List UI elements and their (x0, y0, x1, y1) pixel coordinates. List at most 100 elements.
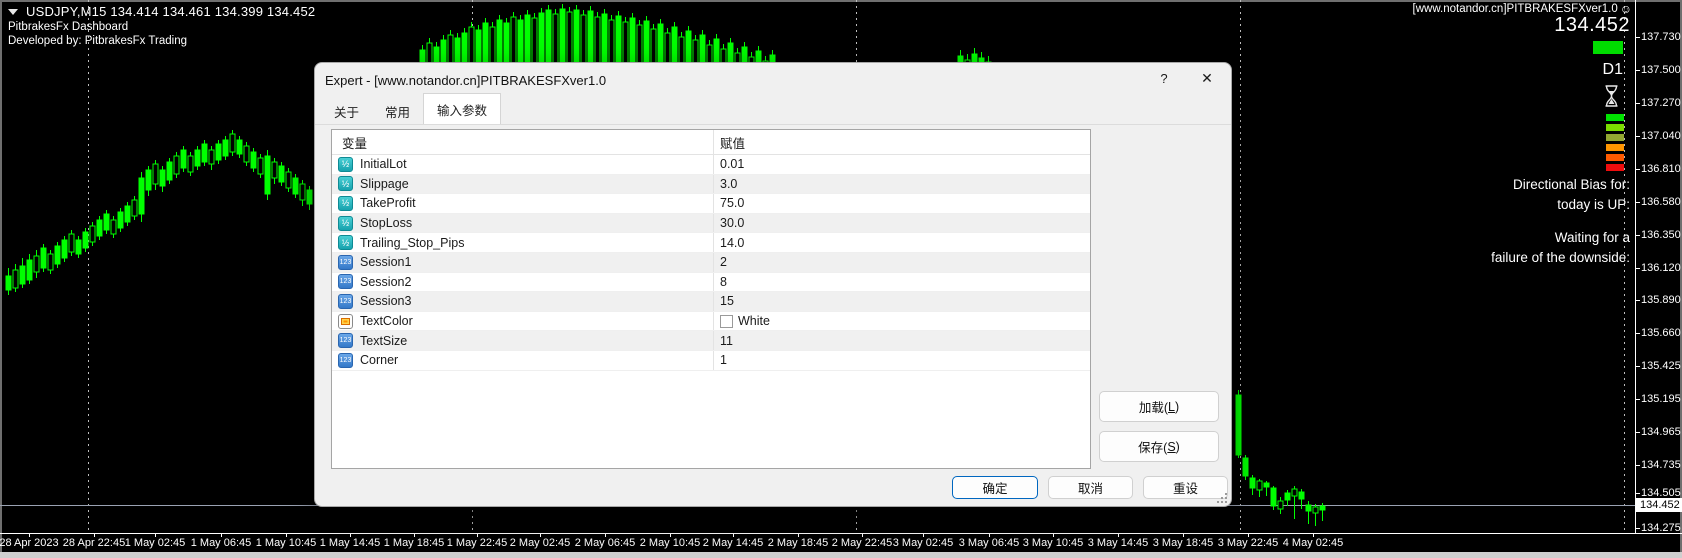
candle (40, 247, 47, 269)
ok-button[interactable]: 确定 (952, 476, 1038, 499)
param-name: Slippage (360, 176, 409, 191)
param-value[interactable]: 75.0 (713, 194, 1090, 213)
candle (1312, 506, 1319, 514)
int-type-icon: 123 (338, 293, 353, 309)
param-row-StopLoss[interactable]: ½ StopLoss 30.0 (332, 213, 1090, 234)
tab-关于[interactable]: 关于 (321, 98, 372, 125)
cancel-button[interactable]: 取消 (1048, 476, 1133, 499)
time-axis-label: 1 May 22:45 (446, 537, 508, 549)
candle (222, 139, 229, 157)
close-button[interactable]: ✕ (1197, 70, 1217, 90)
load-button[interactable]: 加载(L) (1099, 391, 1219, 422)
time-axis-label: 1 May 18:45 (383, 537, 445, 549)
param-value[interactable]: 8 (713, 272, 1090, 292)
expert-properties-dialog: Expert - [www.notandor.cn]PITBRAKESFXver… (314, 62, 1232, 507)
param-row-TakeProfit[interactable]: ½ TakeProfit 75.0 (332, 194, 1090, 214)
candle (166, 161, 173, 181)
param-row-Session3[interactable]: 123 Session3 15 (332, 292, 1090, 312)
candle (131, 199, 138, 217)
price-axis-label: 135.425 (1641, 360, 1681, 372)
time-axis-label: 2 May 02:45 (509, 537, 571, 549)
candle (124, 205, 131, 223)
param-name: Corner (360, 353, 399, 368)
candle (243, 145, 250, 163)
candle (1305, 504, 1312, 512)
candle (187, 155, 194, 173)
param-row-Trailing_Stop_Pips[interactable]: ½ Trailing_Stop_Pips 14.0 (332, 233, 1090, 253)
price-axis-label: 137.500 (1641, 64, 1681, 76)
symbol-dropdown-icon[interactable] (8, 8, 18, 15)
param-name: TakeProfit (360, 196, 416, 211)
candle (75, 239, 82, 255)
candle (1277, 500, 1284, 510)
candle (257, 157, 264, 175)
help-button[interactable]: ? (1155, 71, 1173, 89)
param-row-Session2[interactable]: 123 Session2 8 (332, 272, 1090, 293)
candle (54, 245, 61, 265)
param-value[interactable]: 11 (713, 331, 1090, 350)
column-header-variable: 变量 (342, 136, 368, 151)
param-value[interactable]: 15 (713, 292, 1090, 311)
price-axis-label: 136.810 (1641, 163, 1681, 175)
candle (299, 183, 306, 201)
table-header: 变量 赋值 (332, 130, 1090, 155)
tab-输入参数[interactable]: 输入参数 (423, 93, 502, 125)
time-axis-label: 3 May 10:45 (1022, 537, 1084, 549)
double-type-icon: ½ (338, 156, 353, 172)
param-value[interactable]: 2 (713, 252, 1090, 272)
param-value[interactable]: 3.0 (713, 174, 1090, 194)
candle (1256, 480, 1263, 491)
param-row-Corner[interactable]: 123 Corner 1 (332, 350, 1090, 371)
reset-button[interactable]: 重设 (1143, 476, 1228, 499)
tab-常用[interactable]: 常用 (372, 98, 423, 125)
save-button[interactable]: 保存(S) (1099, 431, 1219, 462)
time-axis-label: 3 May 18:45 (1152, 537, 1214, 549)
time-axis-label: 3 May 02:45 (892, 537, 954, 549)
param-row-TextSize[interactable]: 123 TextSize 11 (332, 331, 1090, 351)
candle (1235, 394, 1242, 456)
ea-comment-line-2: Developed by: PitbrakesFx Trading (8, 35, 187, 47)
candle (271, 161, 278, 179)
param-row-InitialLot[interactable]: ½ InitialLot 0.01 (332, 155, 1090, 175)
param-value[interactable]: 14.0 (713, 233, 1090, 252)
mt4-chart-window: USDJPY,M15 134.414 134.461 134.399 134.4… (0, 0, 1682, 558)
time-axis[interactable]: 28 Apr 2023 28 Apr 22:45 1 May 02:45 1 May … (0, 533, 1682, 552)
param-name: TextSize (360, 333, 408, 348)
candle (1270, 487, 1277, 507)
param-row-TextColor[interactable]: TextColor White (332, 311, 1090, 332)
candle (201, 143, 208, 163)
strength-meter (1606, 114, 1624, 171)
time-axis-label: 1 May 02:45 (124, 537, 186, 549)
price-axis-label: 135.195 (1641, 393, 1681, 405)
param-value[interactable]: 0.01 (713, 155, 1090, 174)
current-price-display: 134.452 (1554, 14, 1630, 36)
param-value[interactable]: White (713, 311, 1090, 331)
candle (47, 253, 54, 271)
candle (1249, 477, 1256, 489)
param-row-Session1[interactable]: 123 Session1 2 (332, 252, 1090, 273)
param-value[interactable]: 1 (713, 350, 1090, 370)
time-axis-label: 3 May 14:45 (1087, 537, 1149, 549)
price-axis-label: 136.350 (1641, 229, 1681, 241)
bias-text-2: Waiting for a failure of the downside: (1491, 230, 1630, 265)
price-axis-label: 135.890 (1641, 294, 1681, 306)
candle (208, 149, 215, 165)
candle (229, 133, 236, 153)
time-axis-label: 2 May 18:45 (767, 537, 829, 549)
tab-divider (315, 124, 1231, 125)
param-name: Session3 (360, 294, 412, 309)
dialog-title: Expert - [www.notandor.cn]PITBRAKESFXver… (325, 72, 607, 88)
price-axis[interactable]: 137.730 137.500 137.270 137.040 136.810 136.5… (1636, 0, 1682, 534)
window-bottom-edge (0, 552, 1682, 558)
candle (152, 163, 159, 185)
candle (145, 169, 152, 191)
candle (306, 189, 313, 205)
price-axis-label: 136.120 (1641, 262, 1681, 274)
candle (1319, 505, 1326, 511)
double-type-icon: ½ (338, 215, 353, 231)
resize-grip[interactable] (1217, 493, 1227, 503)
param-row-Slippage[interactable]: ½ Slippage 3.0 (332, 174, 1090, 195)
param-value[interactable]: 30.0 (713, 213, 1090, 233)
dialog-tabs: 关于 常用 输入参数 (321, 93, 502, 125)
candle (1242, 457, 1249, 477)
